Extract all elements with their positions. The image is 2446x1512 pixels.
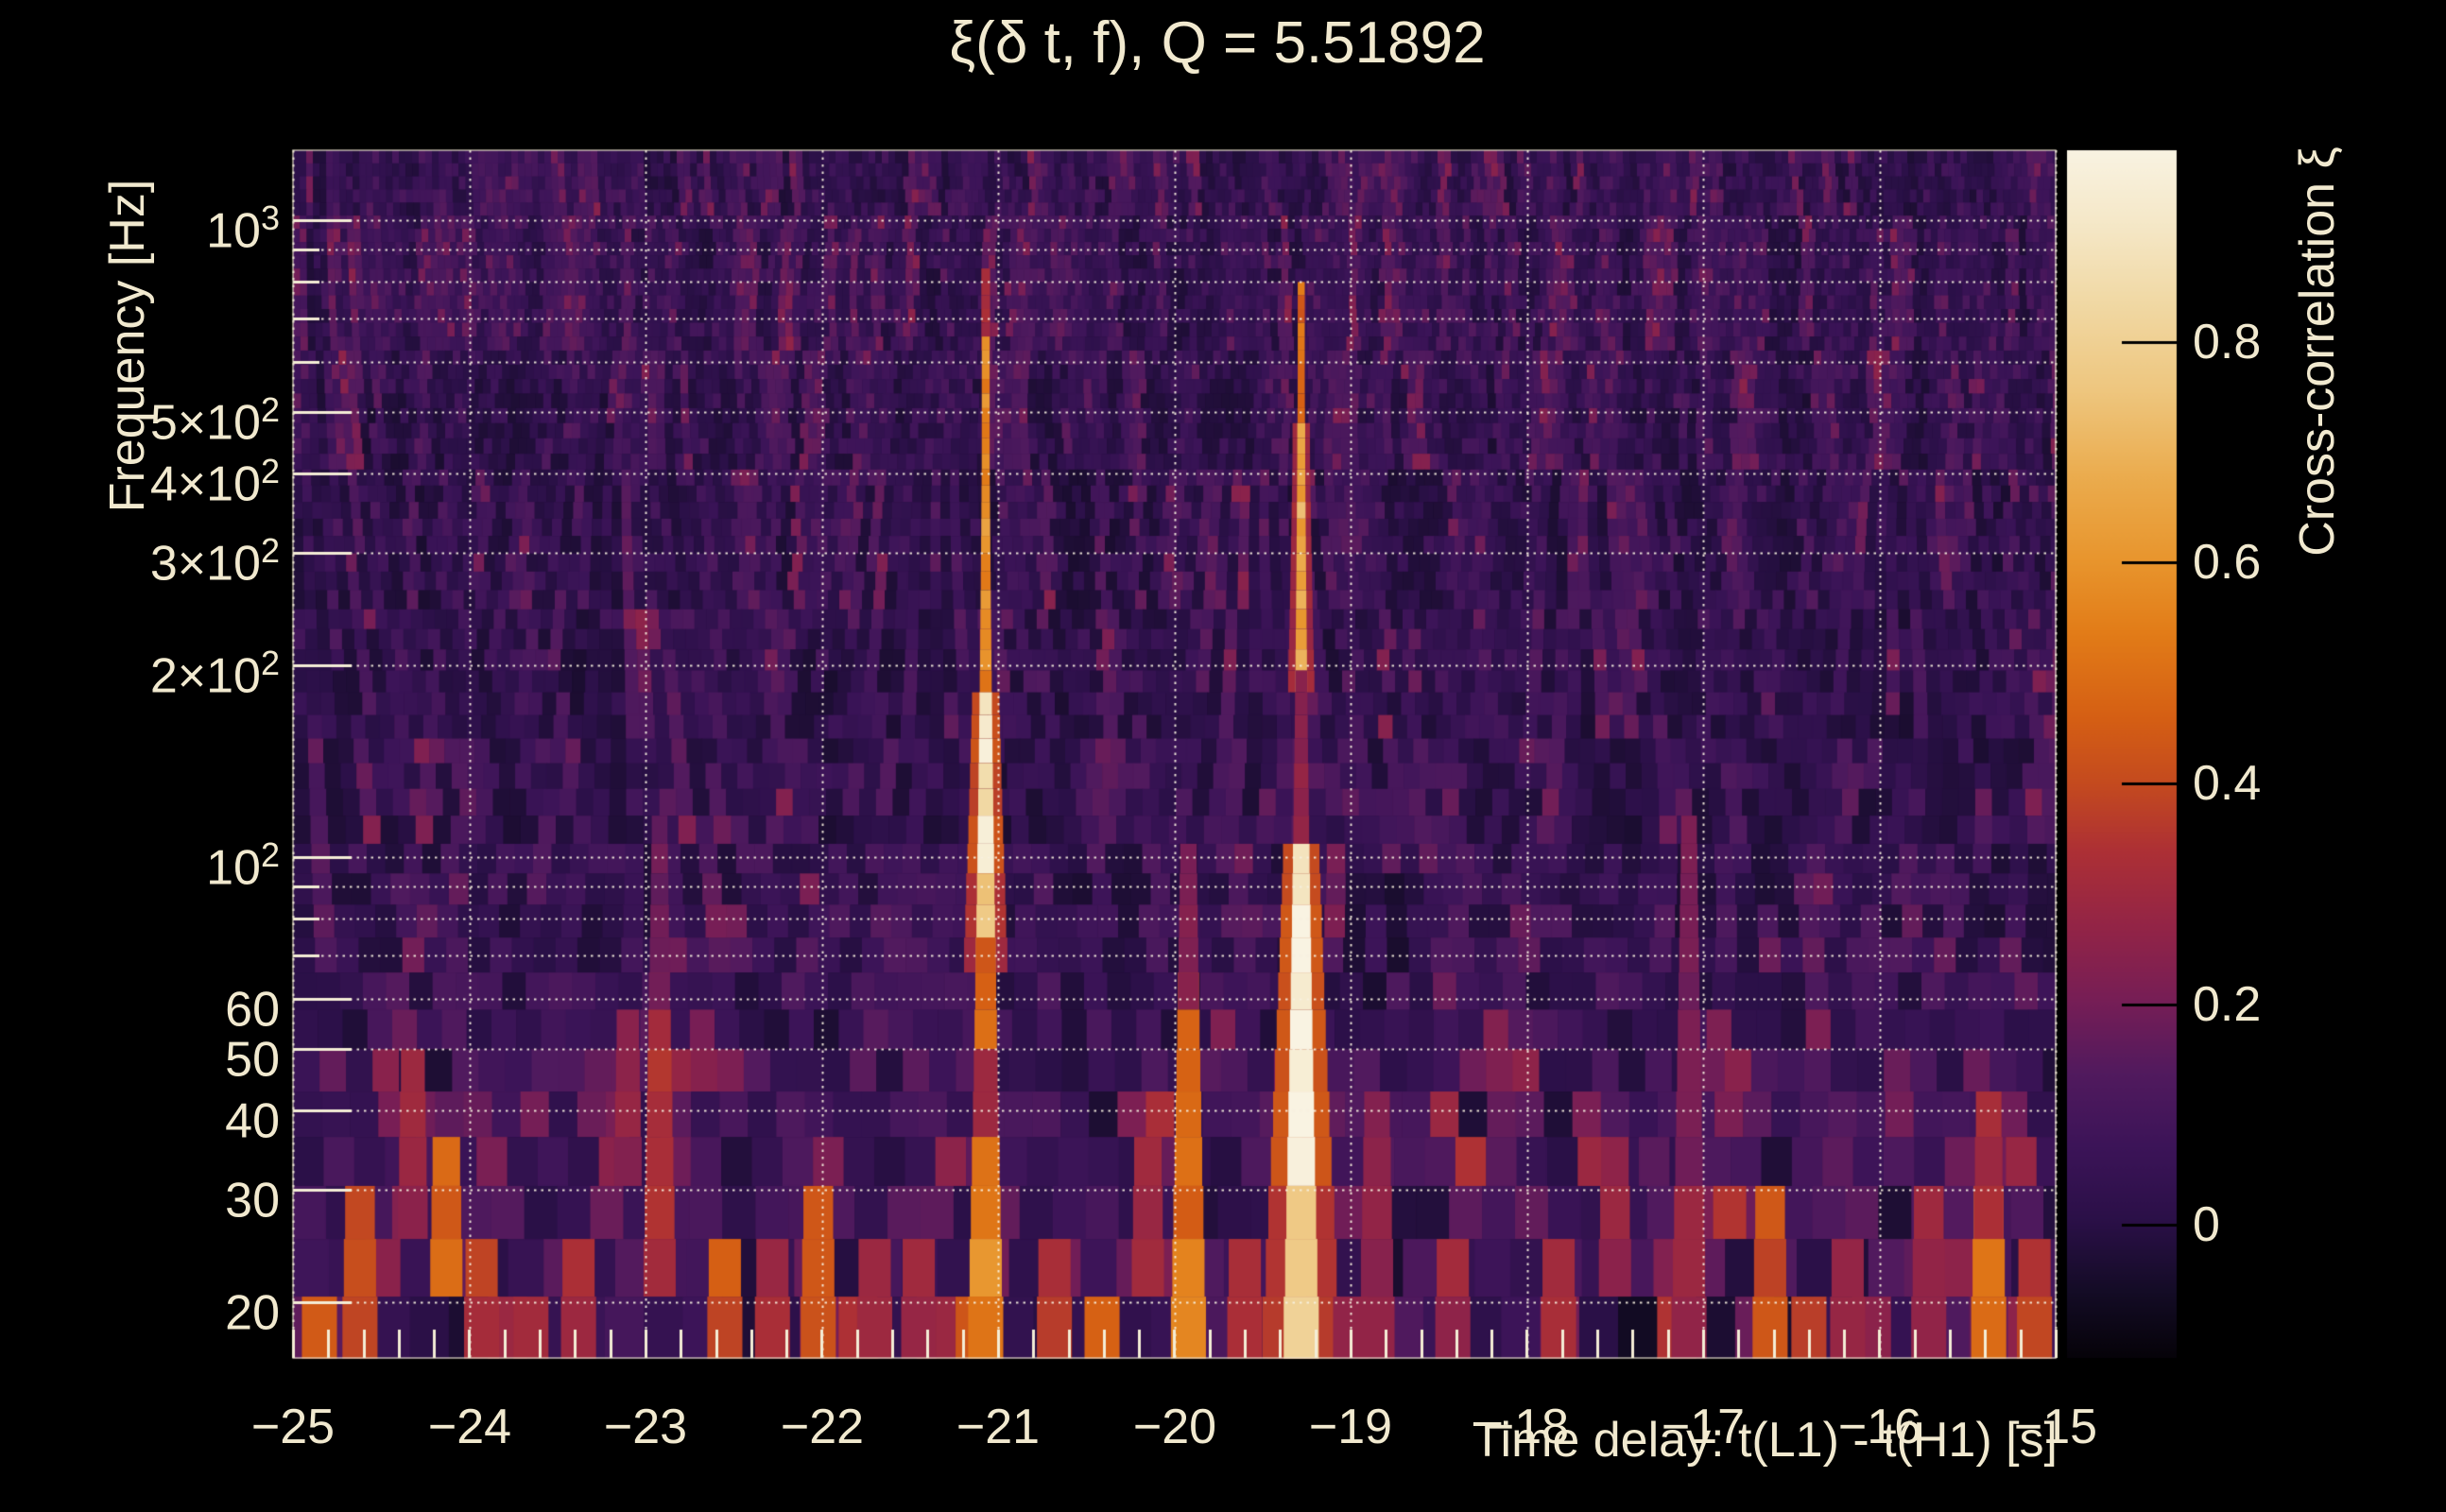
y-tick-label-text: 30 (225, 1173, 280, 1228)
x-tick-label: −24 (375, 1400, 564, 1453)
colorbar-tick-label-text: 0.2 (2193, 977, 2262, 1032)
y-tick-label: 30 (0, 1161, 280, 1227)
y-tick-label-exponent: 2 (260, 835, 280, 874)
colorbar-tick-label: 0.8 (2193, 316, 2261, 369)
x-tick-label: −20 (1080, 1400, 1269, 1453)
y-tick-label-exponent: 2 (260, 531, 280, 570)
x-tick-label: −16 (1785, 1400, 1974, 1453)
y-tick-label-text: 20 (225, 1285, 280, 1341)
colorbar-tick-label: 0.4 (2193, 757, 2261, 810)
y-tick-label-text: 2×10 (149, 648, 261, 704)
x-tick-label-text: −15 (2013, 1400, 2098, 1454)
x-tick-label: −23 (551, 1400, 740, 1453)
colorbar-tick-label: 0 (2193, 1198, 2220, 1251)
x-tick-label: −21 (904, 1400, 1093, 1453)
y-tick-label-text: 10 (206, 203, 261, 259)
y-tick-label-text: 10 (206, 840, 261, 896)
colorbar-tick-label: 0.6 (2193, 536, 2261, 589)
colorbar-tick-label-text: 0.6 (2193, 535, 2262, 590)
y-tick-label: 40 (0, 1082, 280, 1147)
colorbar-title: Cross-correlation ξ (2290, 146, 2345, 557)
x-tick-label: −18 (1433, 1400, 1622, 1453)
x-tick-label-text: −19 (1308, 1400, 1393, 1454)
y-tick-label-text: 3×10 (149, 536, 261, 592)
y-tick-label: 50 (0, 1021, 280, 1086)
y-tick-label-exponent: 2 (260, 390, 280, 429)
y-tick-label: 103 (0, 192, 280, 257)
y-tick-label: 4×102 (0, 445, 280, 510)
y-tick-label-exponent: 3 (260, 198, 280, 237)
y-tick-label: 20 (0, 1274, 280, 1339)
y-tick-label-text: 50 (225, 1032, 280, 1088)
y-axis-title: Frequency [Hz] (100, 179, 155, 513)
x-tick-label-text: −17 (1661, 1400, 1746, 1454)
colorbar-tick-label-text: 0.4 (2193, 756, 2262, 811)
x-tick-label-text: −20 (1132, 1400, 1217, 1454)
colorbar-tick-label-text: 0 (2193, 1197, 2220, 1252)
y-tick-label-exponent: 2 (260, 452, 280, 490)
x-tick-label: −22 (728, 1400, 917, 1453)
y-tick-label: 5×102 (0, 384, 280, 449)
y-tick-label-text: 4×10 (149, 456, 261, 512)
y-tick-label-text: 40 (225, 1093, 280, 1149)
qtransform-heatmap-canvas (0, 0, 2446, 1512)
x-tick-label: −15 (1961, 1400, 2150, 1453)
x-tick-label: −25 (198, 1400, 388, 1453)
y-tick-label-text: 5×10 (149, 395, 261, 451)
x-tick-label-text: −16 (1837, 1400, 1922, 1454)
colorbar-tick-label: 0.2 (2193, 978, 2261, 1031)
y-tick-label: 102 (0, 829, 280, 894)
x-tick-label-text: −25 (250, 1400, 336, 1454)
y-tick-label: 2×102 (0, 637, 280, 702)
x-tick-label-text: −24 (427, 1400, 512, 1454)
y-tick-label: 3×102 (0, 524, 280, 590)
x-tick-label: −19 (1256, 1400, 1445, 1453)
x-tick-label-text: −18 (1485, 1400, 1570, 1454)
plot-title: ξ(δ t, f), Q = 5.51892 (949, 10, 1486, 76)
x-tick-label: −17 (1609, 1400, 1798, 1453)
x-tick-label-text: −22 (780, 1400, 865, 1454)
x-tick-label-text: −21 (956, 1400, 1041, 1454)
x-tick-label-text: −23 (603, 1400, 688, 1454)
y-tick-label-exponent: 2 (260, 644, 280, 682)
colorbar-tick-label-text: 0.8 (2193, 315, 2262, 369)
